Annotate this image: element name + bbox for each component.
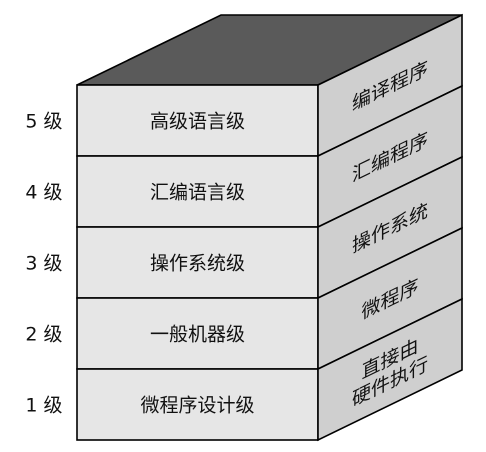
level-number: 5 级: [25, 111, 62, 133]
level-name: 微程序设计级: [140, 395, 254, 417]
level-name: 高级语言级: [150, 111, 245, 133]
level-number: 4 级: [25, 182, 62, 204]
level-number-column: 5 级 4 级 3 级 2 级 1 级: [25, 111, 62, 417]
level-number: 2 级: [25, 324, 62, 346]
level-name: 一般机器级: [150, 324, 245, 346]
level-name: 操作系统级: [150, 253, 245, 275]
level-number: 1 级: [25, 395, 62, 417]
abstraction-levels-block: 5 级 4 级 3 级 2 级 1 级 高级语言级汇编语言级操作系统级一般机器级微程序设…: [25, 13, 463, 442]
level-name: 汇编语言级: [150, 182, 245, 204]
level-number: 3 级: [25, 253, 62, 275]
